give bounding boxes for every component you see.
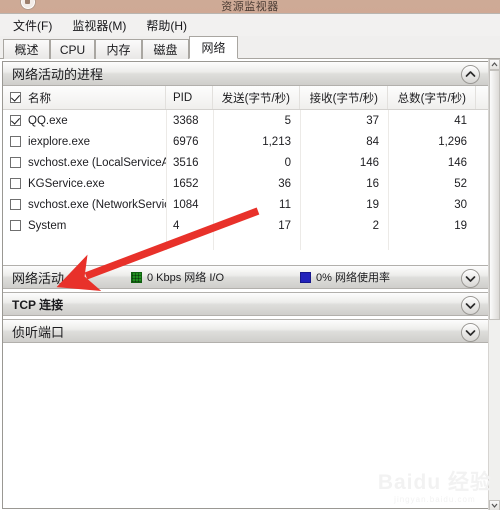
process-name: QQ.exe [28,114,68,127]
chevron-down-icon[interactable] [461,296,480,315]
tab-disk[interactable]: 磁盘 [142,39,189,59]
column-header-total[interactable]: 总数(字节/秒) [388,86,476,109]
cell-pid: 3368 [173,114,199,127]
section-title-network-activity: 网络活动 [12,270,65,286]
cell-pid: 6976 [173,135,199,148]
section-header-network-activity[interactable]: 网络活动 0 Kbps 网络 I/O 0% 网络使用率 [3,265,488,289]
column-header-recv[interactable]: 接收(字节/秒) [300,86,388,109]
cell-send: 0 [284,156,291,169]
section-title-processes: 网络活动的进程 [12,67,104,82]
cell-pid: 4 [173,219,180,232]
row-checkbox[interactable] [10,178,21,189]
chevron-down-icon[interactable] [461,269,480,288]
cell-name: KGService.exe [3,173,166,194]
section-header-listening-ports[interactable]: 侦听端口 [3,319,488,343]
process-name: iexplore.exe [28,135,91,148]
tab-overview[interactable]: 概述 [3,39,50,59]
tab-cpu[interactable]: CPU [50,39,95,59]
tab-strip: 概述 CPU 内存 磁盘 网络 [0,36,500,59]
section-title-listening-ports: 侦听端口 [12,324,65,340]
column-header-name[interactable]: 名称 [3,86,166,109]
row-checkbox[interactable] [10,220,21,231]
green-swatch-icon [131,271,142,283]
table-header-row: 名称 PID 发送(字节/秒) 接收(字节/秒) 总数(字节/秒) [3,86,488,110]
tab-network[interactable]: 网络 [189,36,238,59]
row-checkbox[interactable] [10,136,21,147]
cell-send: 5 [284,114,291,127]
process-name: KGService.exe [28,177,105,190]
tab-memory[interactable]: 内存 [95,39,142,59]
cell-send: 17 [278,219,291,232]
watermark-main: Baidu 经验 [377,471,492,494]
cell-send: 36 [278,177,291,190]
window-title: 资源监视器 [221,1,279,13]
column-header-name-label: 名称 [28,92,51,105]
cell-name: iexplore.exe [3,131,166,152]
cell-name: System [3,215,166,236]
section-title-tcp-connections: TCP 连接 [12,297,64,312]
section-header-processes[interactable]: 网络活动的进程 [3,62,488,86]
cell-recv: 84 [366,135,379,148]
cell-total: 41 [454,114,467,127]
cell-recv: 37 [366,114,379,127]
menu-bar: 文件(F) 监视器(M) 帮助(H) [0,14,500,36]
cell-pid: 1084 [173,198,199,211]
scroll-thumb[interactable] [489,70,500,320]
cell-send: 1,213 [262,135,291,148]
resource-monitor-window: 资源监视器 文件(F) 监视器(M) 帮助(H) 概述 CPU 内存 磁盘 网络… [0,0,500,510]
cell-total: 19 [454,219,467,232]
cell-name: QQ.exe [3,110,166,131]
cell-total: 30 [454,198,467,211]
cell-send: 11 [279,198,291,211]
blue-swatch-icon [300,271,311,283]
window-frame: 文件(F) 监视器(M) 帮助(H) 概述 CPU 内存 磁盘 网络 网络活动的… [0,13,500,510]
watermark: Baidu 经验 jingyan.baidu.com [378,472,492,504]
select-all-checkbox[interactable] [10,92,21,103]
cell-recv: 2 [372,219,379,232]
vertical-scrollbar[interactable] [488,59,500,510]
process-name: svchost.exe (NetworkService) [28,198,166,211]
cell-name: svchost.exe (NetworkService) [3,194,166,215]
cell-pid: 3516 [173,156,199,169]
column-header-pid[interactable]: PID [166,86,213,109]
chevron-down-icon[interactable] [461,323,480,342]
table-row[interactable]: iexplore.exe 6976 1,213 84 1,296 [3,131,488,152]
table-row[interactable]: KGService.exe 1652 36 16 52 [3,173,488,194]
legend-network-utilization: 0% 网络使用率 [300,269,390,285]
table-body: QQ.exe 3368 5 37 41 iexplore.exe 6976 1,… [3,110,488,265]
cell-recv: 19 [366,198,379,211]
cell-total: 52 [454,177,467,190]
table-row[interactable]: svchost.exe (NetworkService) 1084 11 19 … [3,194,488,215]
section-header-tcp-connections[interactable]: TCP 连接 [3,292,488,316]
process-name: System [28,219,67,232]
table-row[interactable]: System 4 17 2 19 [3,215,488,236]
chevron-up-icon[interactable] [461,65,480,84]
legend-network-io: 0 Kbps 网络 I/O [131,269,224,285]
row-checkbox[interactable] [10,199,21,210]
row-checkbox[interactable] [10,115,21,126]
row-checkbox[interactable] [10,157,21,168]
cell-name: svchost.exe (LocalServiceA... [3,152,166,173]
cell-total: 1,296 [438,135,467,148]
menu-item-monitor[interactable]: 监视器(M) [63,15,135,36]
cell-pid: 1652 [173,177,199,190]
content-pane: 网络活动的进程 名称 PID 发送(字节/秒) 接收(字节/秒) 总数(字节/秒… [0,59,500,510]
menu-item-help[interactable]: 帮助(H) [137,15,196,36]
watermark-sub: jingyan.baidu.com [394,495,476,504]
scroll-up-arrow[interactable] [489,59,500,70]
column-header-send[interactable]: 发送(字节/秒) [213,86,300,109]
legend-network-utilization-label: 0% 网络使用率 [316,272,390,284]
process-name: svchost.exe (LocalServiceA... [28,156,166,169]
process-table: 名称 PID 发送(字节/秒) 接收(字节/秒) 总数(字节/秒) QQ.exe… [3,86,488,265]
menu-item-file[interactable]: 文件(F) [4,15,61,36]
table-row[interactable]: QQ.exe 3368 5 37 41 [3,110,488,131]
network-panel: 网络活动的进程 名称 PID 发送(字节/秒) 接收(字节/秒) 总数(字节/秒… [2,61,489,509]
cell-recv: 16 [366,177,379,190]
cell-recv: 146 [359,156,379,169]
title-bar[interactable]: 资源监视器 [0,0,500,13]
cell-total: 146 [447,156,467,169]
legend-network-io-label: 0 Kbps 网络 I/O [147,272,225,284]
table-row[interactable]: svchost.exe (LocalServiceA... 3516 0 146… [3,152,488,173]
